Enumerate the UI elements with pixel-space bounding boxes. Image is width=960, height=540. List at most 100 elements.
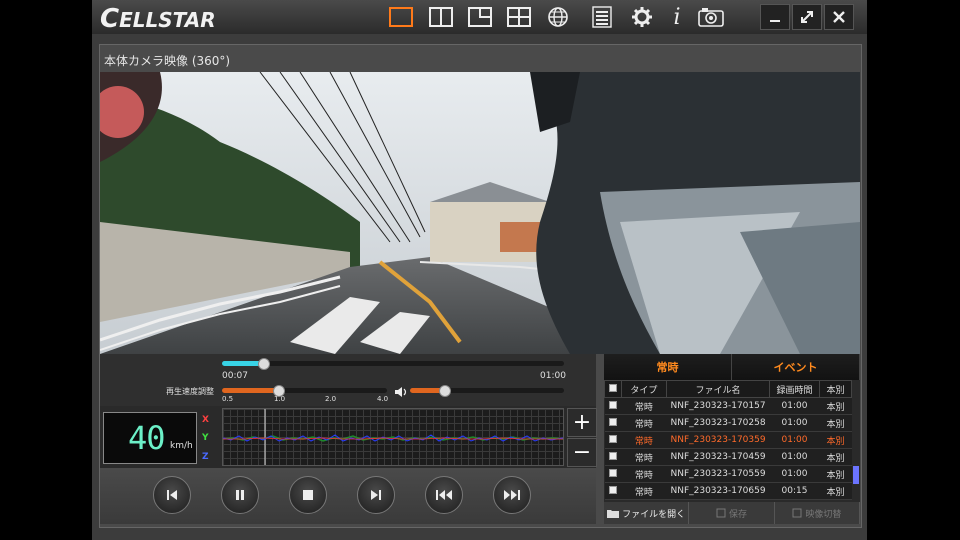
cell-filename: NNF_230323-170359 (666, 431, 770, 449)
speed-unit: km/h (170, 441, 193, 451)
gear-icon[interactable] (629, 5, 655, 29)
speed-tick-1: 1.0 (274, 395, 286, 403)
video-frame-image (100, 72, 860, 354)
stop-icon (303, 490, 313, 500)
split-view-icon[interactable] (428, 5, 454, 29)
file-panel: 常時 イベント タイプ ファイル名 録画時間 本別 常時 NNF_230323-1… (604, 354, 860, 524)
open-file-label: ファイルを開く (622, 509, 686, 520)
seek-handle[interactable] (258, 358, 271, 370)
save-icon (716, 508, 726, 518)
quad-view-icon[interactable] (506, 5, 532, 29)
camera-icon[interactable] (698, 5, 724, 29)
file-tabs: 常時 イベント (604, 354, 860, 380)
skip-start-icon (167, 490, 177, 500)
folder-icon (607, 510, 620, 518)
file-row[interactable]: 常時 NNF_230323-170559 01:00 本別 (604, 465, 852, 483)
cell-separate: 本別 (819, 465, 852, 483)
volume-handle[interactable] (438, 385, 451, 397)
volume-icon[interactable] (394, 383, 408, 402)
camera-title: 本体カメラ映像 (360°) (104, 54, 231, 68)
stop-button[interactable] (289, 476, 327, 514)
save-button[interactable]: 保存 (689, 502, 775, 524)
cell-separate: 本別 (819, 482, 852, 500)
info-icon[interactable]: i (664, 5, 690, 30)
row-checkbox[interactable] (604, 465, 622, 483)
x-axis-label: X (202, 415, 209, 425)
video-view[interactable] (100, 72, 860, 354)
switch-icon (792, 508, 802, 518)
file-row[interactable]: 常時 NNF_230323-170157 01:00 本別 (604, 397, 852, 415)
skip-start-button[interactable] (153, 476, 191, 514)
scroll-thumb[interactable] (853, 466, 859, 484)
row-checkbox[interactable] (604, 431, 622, 449)
y-axis-label: Y (202, 433, 209, 443)
switch-video-button[interactable]: 映像切替 (774, 502, 860, 524)
row-checkbox[interactable] (604, 482, 622, 500)
next-file-button[interactable] (493, 476, 531, 514)
cell-separate: 本別 (819, 431, 852, 449)
cell-type: 常時 (621, 448, 667, 466)
speed-fill (222, 388, 278, 393)
corner-view-icon[interactable] (467, 5, 493, 29)
next-file-icon (504, 490, 520, 500)
cell-filename: NNF_230323-170659 (666, 482, 770, 500)
col-type: タイプ (620, 380, 668, 398)
total-time: 01:00 (540, 371, 566, 381)
col-duration: 録画時間 (769, 380, 820, 398)
gsensor-graph (222, 408, 564, 466)
minimize-button[interactable] (760, 4, 790, 30)
open-file-button[interactable]: ファイルを開く (604, 502, 690, 524)
gsensor-panel: 40 km/h X Y Z +2 -2 + − (100, 406, 597, 468)
save-label: 保存 (728, 509, 747, 520)
file-scrollbar[interactable] (852, 396, 860, 498)
speed-label: 再生速度調整 (166, 387, 214, 396)
row-checkbox[interactable] (604, 414, 622, 432)
single-view-icon[interactable] (388, 5, 414, 29)
seek-track[interactable] (222, 361, 564, 366)
zoom-in-button[interactable]: + (567, 408, 597, 437)
skip-end-icon (371, 490, 381, 500)
cell-duration: 01:00 (769, 431, 820, 449)
file-row[interactable]: 常時 NNF_230323-170258 01:00 本別 (604, 414, 852, 432)
col-filename: ファイル名 (666, 380, 771, 398)
cell-filename: NNF_230323-170559 (666, 465, 770, 483)
z-axis-label: Z (202, 452, 209, 462)
cell-duration: 01:00 (769, 397, 820, 415)
speed-value: 40 (128, 419, 166, 457)
row-checkbox[interactable] (604, 397, 622, 415)
select-all-checkbox[interactable] (604, 380, 622, 398)
file-row[interactable]: 常時 NNF_230323-170659 00:15 本別 (604, 482, 852, 500)
zoom-out-button[interactable]: − (567, 438, 597, 467)
tab-event[interactable]: イベント (732, 354, 860, 380)
switch-label: 映像切替 (805, 509, 842, 520)
col-separate: 本別 (818, 380, 853, 398)
maximize-button[interactable] (792, 4, 822, 30)
seek-progress (222, 361, 264, 366)
title-bar: CELLSTAR i (92, 0, 867, 34)
cell-duration: 01:00 (769, 465, 820, 483)
skip-end-button[interactable] (357, 476, 395, 514)
pause-button[interactable] (221, 476, 259, 514)
speedometer: 40 km/h (103, 412, 197, 464)
pause-icon (236, 490, 244, 500)
previous-file-button[interactable] (425, 476, 463, 514)
cell-duration: 01:00 (769, 448, 820, 466)
globe-icon[interactable] (545, 5, 571, 29)
cell-separate: 本別 (819, 397, 852, 415)
tab-normal[interactable]: 常時 (604, 354, 732, 380)
list-icon[interactable] (589, 5, 615, 29)
close-button[interactable] (824, 4, 854, 30)
row-checkbox[interactable] (604, 448, 622, 466)
speed-tick-3: 4.0 (377, 395, 389, 403)
file-row[interactable]: 常時 NNF_230323-170359 01:00 本別 (604, 431, 852, 449)
playback-controls: 00:07 01:00 再生速度調整 0.5 1.0 2.0 4.0 (100, 354, 596, 406)
file-row[interactable]: 常時 NNF_230323-170459 01:00 本別 (604, 448, 852, 466)
cell-separate: 本別 (819, 414, 852, 432)
cell-type: 常時 (621, 465, 667, 483)
cell-filename: NNF_230323-170459 (666, 448, 770, 466)
app-window: CELLSTAR i 本体カメラ映像 (360°) 00:07 01:00 再生… (92, 0, 867, 540)
file-table: タイプ ファイル名 録画時間 本別 常時 NNF_230323-170157 01:… (604, 380, 853, 500)
cell-type: 常時 (621, 397, 667, 415)
cell-filename: NNF_230323-170258 (666, 414, 770, 432)
cell-duration: 00:15 (769, 482, 820, 500)
